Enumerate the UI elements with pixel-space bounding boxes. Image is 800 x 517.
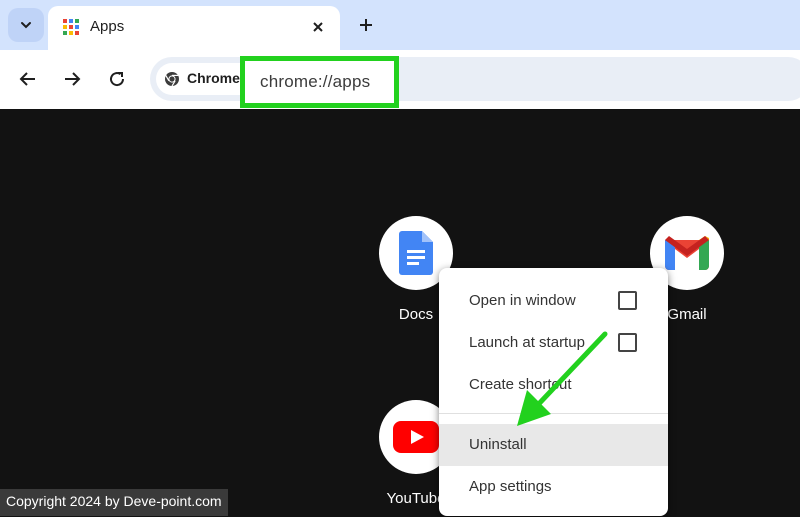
url-text: chrome://apps: [260, 72, 371, 91]
apps-grid-icon: [63, 19, 79, 35]
reload-button[interactable]: [102, 64, 132, 94]
close-icon: [313, 22, 323, 32]
launch-at-startup-checkbox[interactable]: [618, 333, 637, 352]
copyright-watermark: Copyright 2024 by Deve-point.com: [0, 489, 228, 516]
tab-search-button[interactable]: [8, 8, 44, 42]
tab-close-button[interactable]: [306, 15, 330, 39]
back-button[interactable]: [13, 64, 43, 94]
forward-button[interactable]: [57, 64, 87, 94]
gmail-icon: [665, 236, 709, 270]
menu-item-label: Open in window: [469, 292, 576, 309]
youtube-icon: [393, 421, 439, 453]
site-info-label: Chrome: [187, 70, 240, 86]
new-tab-button[interactable]: [352, 11, 380, 39]
arrow-left-icon: [19, 72, 35, 86]
tab-title: Apps: [90, 18, 125, 35]
open-in-window-checkbox[interactable]: [618, 291, 637, 310]
toolbar: Chrome: [0, 50, 800, 109]
plus-icon: [360, 19, 372, 31]
tab-apps[interactable]: Apps: [48, 6, 340, 50]
docs-icon: [399, 231, 433, 275]
arrow-right-icon: [65, 72, 81, 86]
menu-item-app-settings[interactable]: App settings: [439, 466, 668, 508]
tab-strip: Apps: [0, 0, 800, 50]
reload-icon: [110, 72, 125, 87]
url-field-highlight[interactable]: chrome://apps: [240, 56, 399, 108]
chevron-down-icon: [21, 22, 31, 29]
annotation-arrow-icon: [517, 331, 608, 426]
menu-item-label: Uninstall: [469, 436, 527, 453]
chrome-logo-icon: [165, 72, 179, 87]
menu-item-label: App settings: [469, 478, 552, 495]
menu-item-open-in-window[interactable]: Open in window: [439, 280, 668, 322]
